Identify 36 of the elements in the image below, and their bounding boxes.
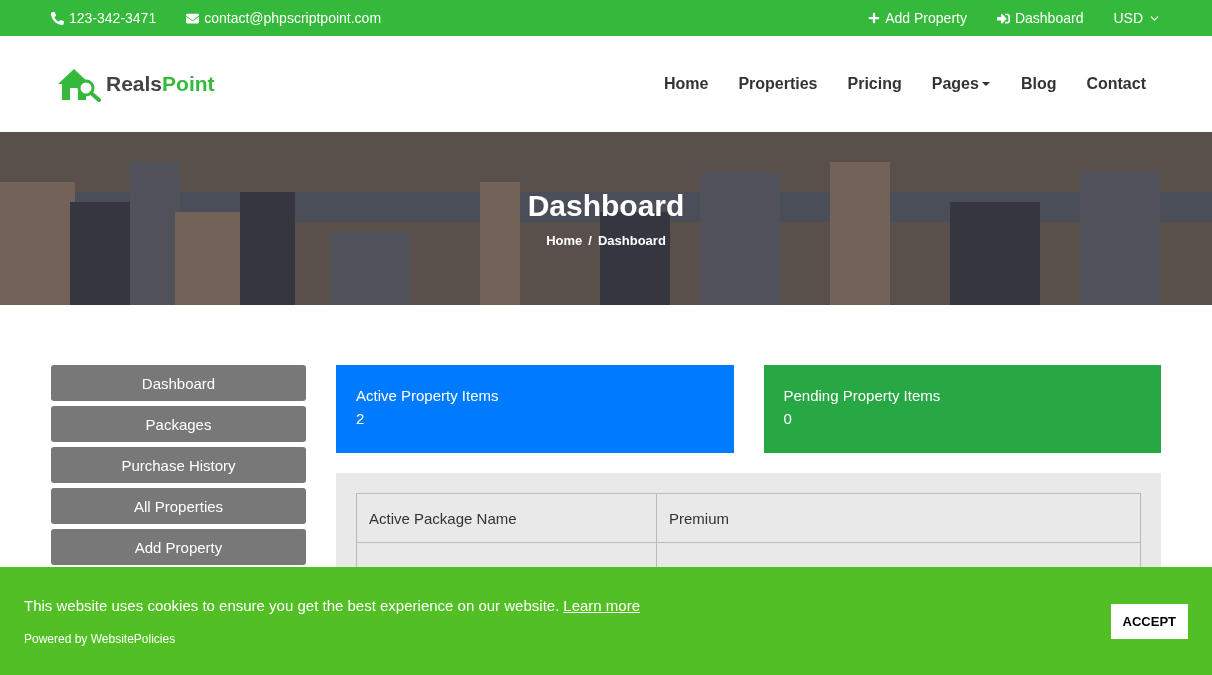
sign-in-icon (996, 11, 1010, 25)
powered-by-text: Powered by WebsitePolicies (24, 631, 177, 646)
sidebar-button[interactable]: Packages (51, 406, 306, 442)
stat-value: 2 (356, 410, 366, 427)
cookie-message: This website uses cookies to ensure you get the best experience on our website. Learn more (24, 596, 641, 614)
logo-text: RealsPoint (106, 72, 215, 96)
nav-link[interactable]: Properties (738, 75, 818, 93)
accept-button[interactable]: ACCEPT (1110, 603, 1188, 639)
stat-value: 0 (783, 410, 793, 427)
learn-more-link[interactable]: Learn more (563, 596, 641, 614)
nav-link[interactable]: Blog (1020, 75, 1057, 93)
sidebar-button[interactable]: All Properties (51, 488, 306, 524)
sidebar-button[interactable]: Dashboard (51, 365, 306, 401)
phone-number: 123-342-3471 (51, 10, 157, 26)
nav-link[interactable]: Pages (931, 75, 991, 93)
table-cell: Active Package Name (356, 493, 657, 543)
breadcrumb-separator: / (588, 233, 592, 248)
breadcrumb-current: Dashboard (597, 233, 666, 248)
table-cell: Premium (656, 493, 1141, 543)
house-search-icon (56, 66, 102, 102)
nav-link[interactable]: Pricing (847, 75, 902, 93)
stat-label: Active Property Items (356, 387, 500, 404)
currency-dropdown[interactable]: USD (1113, 10, 1161, 26)
page-title: Dashboard (527, 189, 685, 223)
nav-link[interactable]: Contact (1086, 75, 1146, 93)
nav-link[interactable]: Home (663, 75, 709, 93)
breadcrumb-link[interactable]: Home (546, 233, 583, 248)
sidebar-button[interactable]: Add Property (51, 529, 306, 565)
top-link[interactable]: Add Property (868, 10, 967, 26)
sidebar-button[interactable]: Purchase History (51, 447, 306, 483)
stat-label: Pending Property Items (783, 387, 942, 404)
envelope-icon (186, 11, 200, 25)
top-link[interactable]: Dashboard (996, 10, 1084, 26)
plus-icon (868, 12, 881, 24)
email-address: contact@phpscriptpoint.com (186, 10, 382, 26)
phone-icon (51, 11, 64, 25)
